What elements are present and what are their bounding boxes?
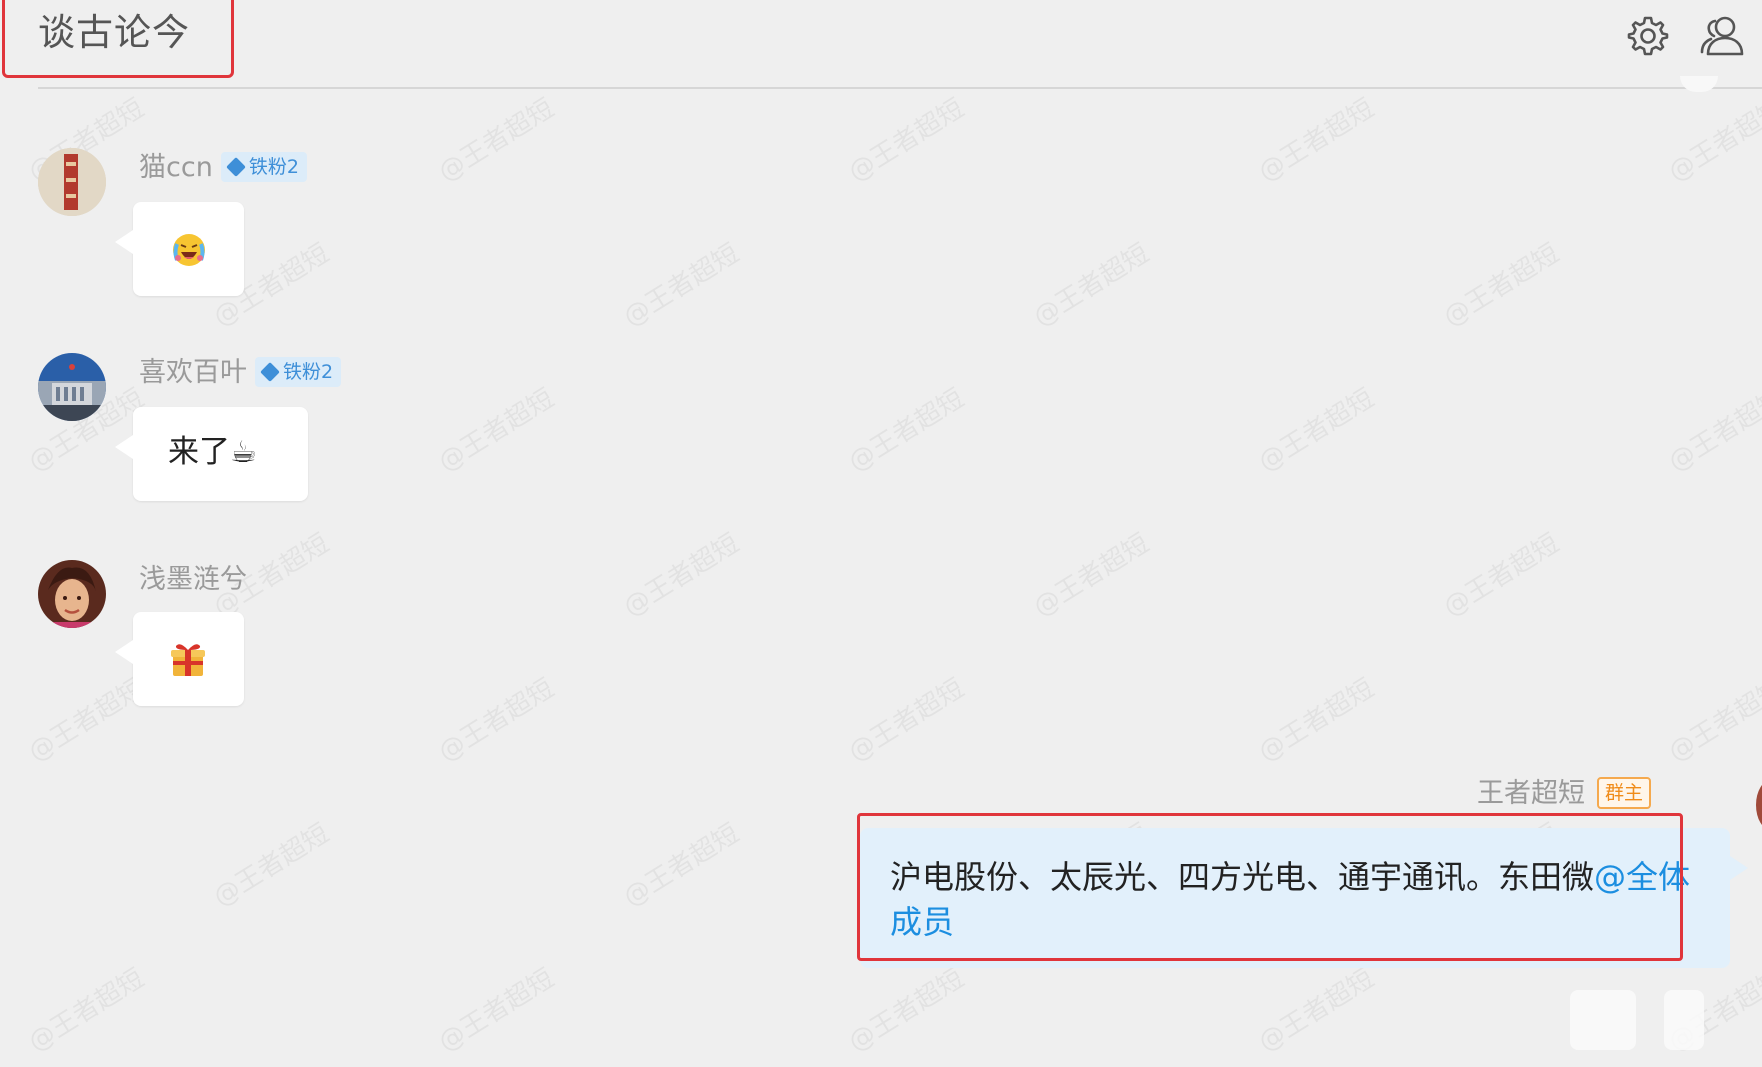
watermark-text: @王者超短: [1028, 238, 1155, 333]
watermark-text: @王者超短: [1663, 93, 1762, 188]
watermark-text: @王者超短: [618, 818, 745, 913]
group-members-icon[interactable]: [1696, 12, 1748, 60]
sender-name[interactable]: 浅墨涟兮: [139, 562, 247, 598]
diamond-icon: [225, 156, 246, 177]
message-bubble[interactable]: [115, 202, 244, 296]
header-divider: [38, 87, 1762, 89]
avatar[interactable]: [38, 560, 106, 628]
watermark-text: @王者超短: [1253, 93, 1380, 188]
watermark-text: @王者超短: [843, 93, 970, 188]
watermark-text: @王者超短: [843, 963, 970, 1058]
sender-label: 王者超短: [1476, 778, 1585, 809]
gift-emoji-icon: [168, 639, 208, 683]
watermark-text: @王者超短: [433, 673, 560, 768]
watermark-text: @王者超短: [1663, 673, 1762, 768]
watermark-text: @王者超短: [23, 673, 150, 768]
sender-label: 浅墨涟兮: [139, 564, 247, 595]
partial-message-bubble[interactable]: [1570, 990, 1636, 1050]
fan-badge: 铁粉2: [220, 151, 307, 182]
own-sender-name[interactable]: 王者超短 群主: [1477, 776, 1651, 812]
title-highlight-box: [2, 0, 234, 78]
partial-message-bubble[interactable]: [1664, 990, 1704, 1050]
laughing-tears-emoji-icon: [169, 230, 209, 274]
watermark-text: @王者超短: [1438, 238, 1565, 333]
own-avatar[interactable]: [1756, 780, 1762, 830]
avatar[interactable]: [38, 148, 106, 216]
watermark-text: @王者超短: [618, 528, 745, 623]
fan-badge: 铁粉2: [255, 356, 342, 387]
owner-badge: 群主: [1596, 776, 1651, 809]
avatar[interactable]: [38, 353, 106, 421]
sender-label: 喜欢百叶: [139, 357, 247, 388]
sender-name[interactable]: 猫ccn 铁粉2: [139, 150, 307, 186]
watermark-text: @王者超短: [433, 963, 560, 1058]
watermark-text: @王者超短: [843, 383, 970, 478]
sender-label: 猫ccn: [139, 152, 213, 183]
diamond-icon: [260, 361, 280, 382]
scroll-indicator[interactable]: [1680, 76, 1718, 92]
watermark-text: @王者超短: [843, 673, 970, 768]
message-highlight-box: [857, 813, 1683, 961]
watermark-text: @王者超短: [1253, 673, 1380, 768]
watermark-text: @王者超短: [1663, 383, 1762, 478]
message-bubble[interactable]: 来了☕: [115, 407, 308, 501]
sender-name[interactable]: 喜欢百叶 铁粉2: [139, 355, 342, 391]
watermark-text: @王者超短: [1253, 963, 1380, 1058]
watermark-text: @王者超短: [433, 383, 560, 478]
coffee-icon: ☕: [230, 435, 257, 470]
watermark-text: @王者超短: [618, 238, 745, 333]
watermark-text: @王者超短: [1253, 383, 1380, 478]
message-text: 来了☕: [168, 434, 257, 470]
gear-icon[interactable]: [1624, 12, 1672, 60]
watermark-text: @王者超短: [23, 963, 150, 1058]
watermark-text: @王者超短: [208, 818, 335, 913]
watermark-text: @王者超短: [433, 93, 560, 188]
chat-header: 谈古论今: [0, 0, 1762, 89]
watermark-text: @王者超短: [1028, 528, 1155, 623]
message-bubble[interactable]: [115, 612, 244, 706]
watermark-text: @王者超短: [1438, 528, 1565, 623]
